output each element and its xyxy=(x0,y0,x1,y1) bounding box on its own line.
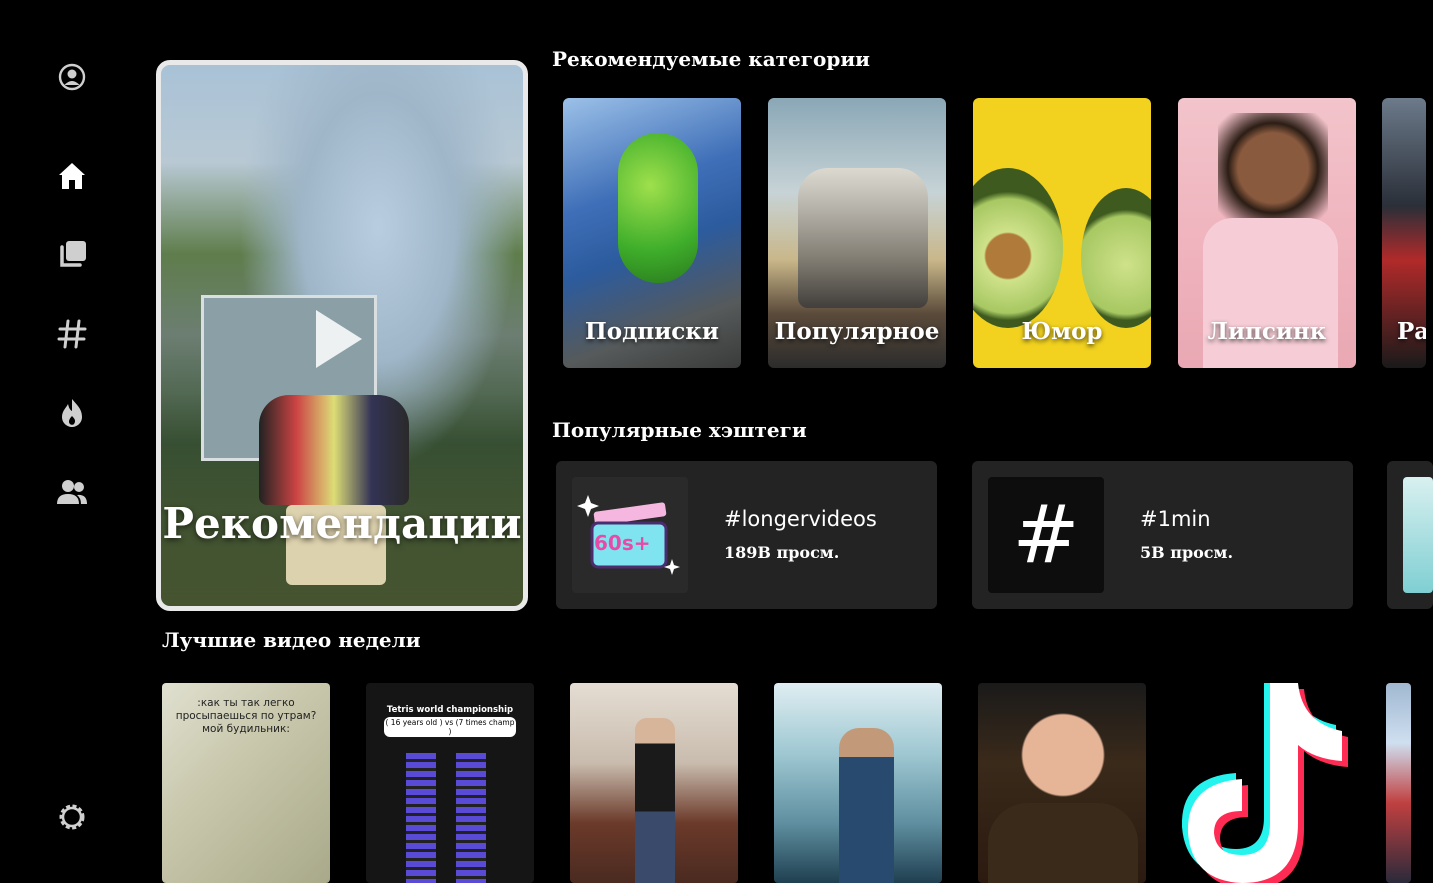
category-card-subscriptions[interactable]: Подписки xyxy=(563,98,741,368)
category-lipsync-head xyxy=(1218,113,1328,223)
category-card-popular[interactable]: Популярное xyxy=(768,98,946,368)
category-label: Ра xyxy=(1397,318,1426,345)
hashtag-icon[interactable] xyxy=(54,316,90,352)
category-card-humor[interactable]: Юмор xyxy=(973,98,1151,368)
users-icon[interactable] xyxy=(54,474,90,510)
avocado-left-image xyxy=(973,168,1063,328)
video-person-image xyxy=(635,718,675,883)
hashtag-card-partial[interactable] xyxy=(1387,461,1433,609)
hashtag-card-1min[interactable]: # #1min 5B просм. xyxy=(972,461,1353,609)
video-person-uniform xyxy=(988,803,1138,883)
video-card-6[interactable] xyxy=(1182,683,1350,883)
video-card-3[interactable] xyxy=(570,683,738,883)
category-card-lipsync[interactable]: Липсинк xyxy=(1178,98,1356,368)
video-card-2[interactable]: Tetris world championship ( 16 years old… xyxy=(366,683,534,883)
hashtag-views: 5B просм. xyxy=(1140,543,1234,562)
hashtag-name: #1min xyxy=(1140,507,1211,531)
category-label: Юмор xyxy=(1021,318,1103,345)
home-icon[interactable] xyxy=(54,158,90,194)
videos-section-title: Лучшие видео недели xyxy=(162,628,421,652)
hashtag-thumb-partial xyxy=(1403,477,1433,593)
video-person-image xyxy=(839,728,894,883)
video-card-5[interactable] xyxy=(978,683,1146,883)
hashtag-icon: # xyxy=(1012,488,1080,581)
category-label: Липсинк xyxy=(1207,318,1327,345)
tetris-board-right xyxy=(456,753,486,883)
hashtags-section-title: Популярные хэштеги xyxy=(552,418,807,442)
category-card-partial[interactable]: Ра xyxy=(1382,98,1426,368)
category-subscriptions-image xyxy=(618,133,698,283)
collection-icon[interactable] xyxy=(54,237,90,273)
settings-icon[interactable] xyxy=(54,799,90,835)
categories-section-title: Рекомендуемые категории xyxy=(552,47,871,71)
hero-person-image xyxy=(259,395,409,505)
category-lipsync-shirt xyxy=(1203,218,1338,368)
video-caption-title: Tetris world championship xyxy=(386,705,514,715)
hashtag-card-longervideos[interactable]: 60s+ #longervideos 189B просм. xyxy=(556,461,937,609)
hashtag-thumb-1min: # xyxy=(988,477,1104,593)
category-label: Подписки xyxy=(585,318,719,345)
hashtag-views: 189B просм. xyxy=(724,543,840,562)
sidebar-nav xyxy=(0,0,140,870)
video-card-7[interactable] xyxy=(1386,683,1411,883)
fire-icon[interactable] xyxy=(54,395,90,431)
video-caption-sub: ( 16 years old ) vs (7 times champ ) xyxy=(384,717,516,737)
recommendations-hero-card[interactable]: Рекомендации xyxy=(156,60,528,611)
profile-icon[interactable] xyxy=(54,59,90,95)
play-icon[interactable] xyxy=(316,310,362,368)
tetris-board-left xyxy=(406,753,436,883)
video-card-4[interactable] xyxy=(774,683,942,883)
category-label: Популярное xyxy=(774,318,940,345)
tiktok-logo-icon xyxy=(1182,683,1348,883)
video-caption: :как ты так легко просыпаешься по утрам?… xyxy=(175,697,317,735)
category-popular-image xyxy=(798,168,928,308)
hashtag-thumb-longervideos: 60s+ xyxy=(572,477,688,593)
video-card-1[interactable]: :как ты так легко просыпаешься по утрам?… xyxy=(162,683,330,883)
hero-title: Рекомендации xyxy=(162,499,522,548)
hashtag-name: #longervideos xyxy=(724,507,877,531)
hashtag-thumb-text: 60s+ xyxy=(594,531,651,555)
avocado-right-image xyxy=(1081,188,1151,328)
